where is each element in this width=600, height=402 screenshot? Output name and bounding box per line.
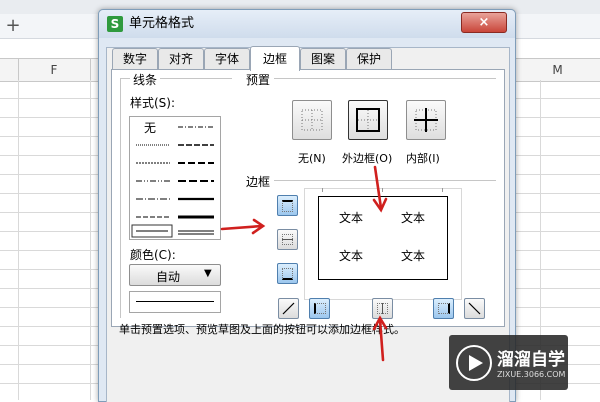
arrow-up-icon (378, 318, 385, 362)
tab-border[interactable]: 边框 (250, 46, 300, 71)
play-logo-icon (456, 345, 492, 381)
arrow-left-icon (220, 224, 264, 231)
watermark: 溜溜自学 ZIXUE.3066.COM (449, 335, 568, 390)
watermark-url: ZIXUE.3066.COM (497, 370, 566, 379)
watermark-brand: 溜溜自学 (497, 350, 565, 370)
